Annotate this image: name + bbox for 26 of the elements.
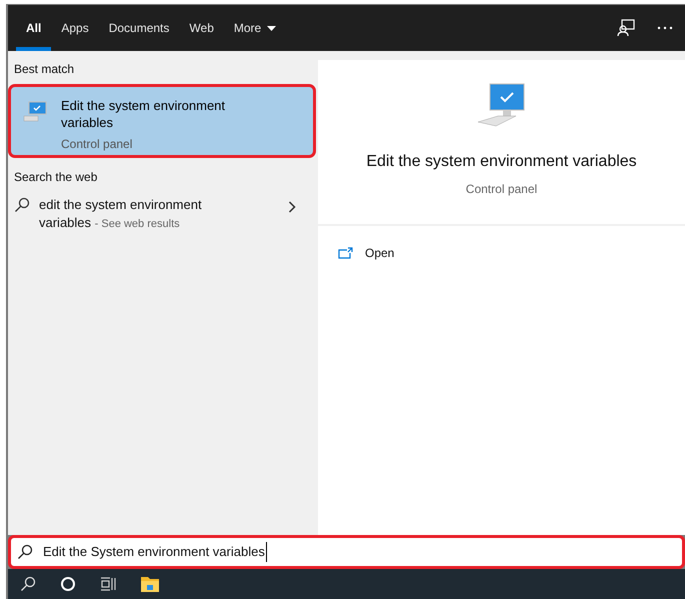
- open-action[interactable]: Open: [318, 242, 685, 264]
- more-options-icon[interactable]: [657, 26, 673, 30]
- computer-icon: [23, 101, 49, 123]
- feedback-icon[interactable]: [617, 19, 635, 37]
- tab[interactable]: Documents: [98, 5, 180, 51]
- result-title: Edit the system environment variables: [61, 97, 226, 131]
- best-match-result[interactable]: Edit the system environment variables Control panel: [8, 84, 316, 158]
- web-result[interactable]: edit the system environment variables - See web results: [8, 196, 316, 233]
- preview-title: Edit the system environment variables: [366, 152, 637, 172]
- result-subtitle: Control panel: [61, 136, 134, 153]
- search-icon[interactable]: [20, 576, 36, 592]
- section-heading: Best match: [13, 61, 76, 78]
- circle-icon[interactable]: [60, 576, 76, 592]
- task-view-icon[interactable]: [100, 576, 116, 592]
- chevron-right-icon: [288, 201, 296, 213]
- tab[interactable]: Web: [179, 5, 224, 51]
- web-query: edit the system environment variables - See web results: [39, 196, 203, 232]
- open-window-icon: [338, 247, 353, 259]
- preview-subtitle: Control panel: [466, 181, 538, 198]
- tab[interactable]: More: [224, 5, 286, 51]
- tab[interactable]: Apps: [51, 5, 99, 51]
- folder-icon[interactable]: [140, 575, 160, 593]
- search-icon: [14, 197, 30, 213]
- search-field[interactable]: Edit the System environment variables: [8, 535, 685, 569]
- section-heading: Search the web: [13, 169, 98, 186]
- search-icon: [17, 544, 33, 560]
